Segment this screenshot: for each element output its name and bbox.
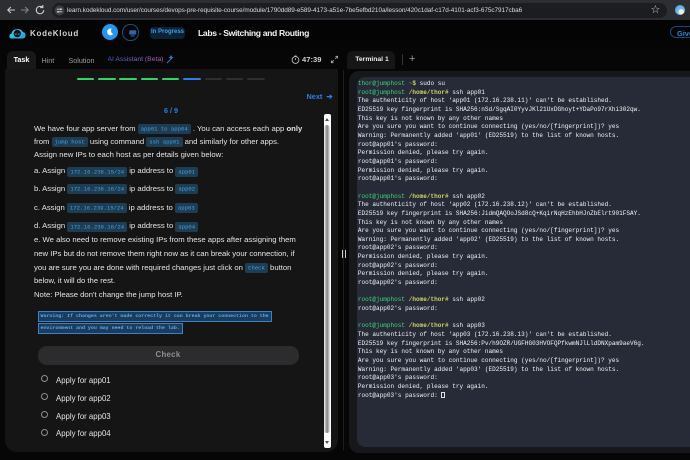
svg-text:<>: <> (15, 31, 21, 37)
